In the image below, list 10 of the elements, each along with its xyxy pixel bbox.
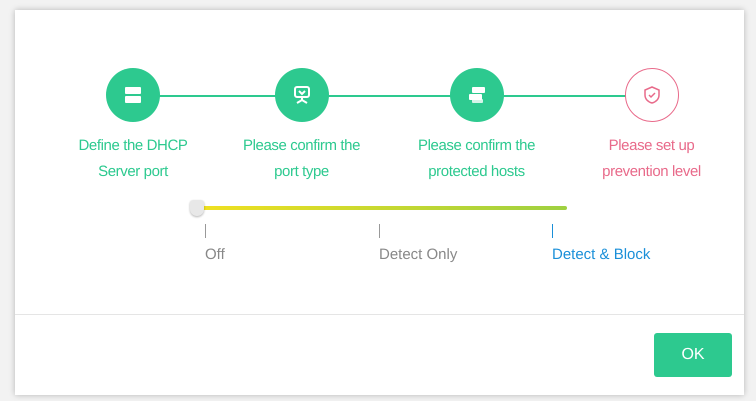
- server-icon: [122, 84, 144, 106]
- level-option[interactable]: Off: [205, 246, 225, 263]
- step-label: Please confirm the protected hosts: [416, 136, 536, 182]
- step-label: Define the DHCP Server port: [77, 136, 189, 182]
- slider-handle[interactable]: [190, 200, 204, 216]
- step-label: Please confirm the port type: [242, 136, 362, 182]
- ok-button[interactable]: OK: [654, 333, 732, 377]
- level-option[interactable]: Detect Only: [379, 246, 458, 263]
- step-label: Please set up prevention level: [601, 136, 702, 182]
- level-option[interactable]: Detect & Block: [552, 246, 650, 263]
